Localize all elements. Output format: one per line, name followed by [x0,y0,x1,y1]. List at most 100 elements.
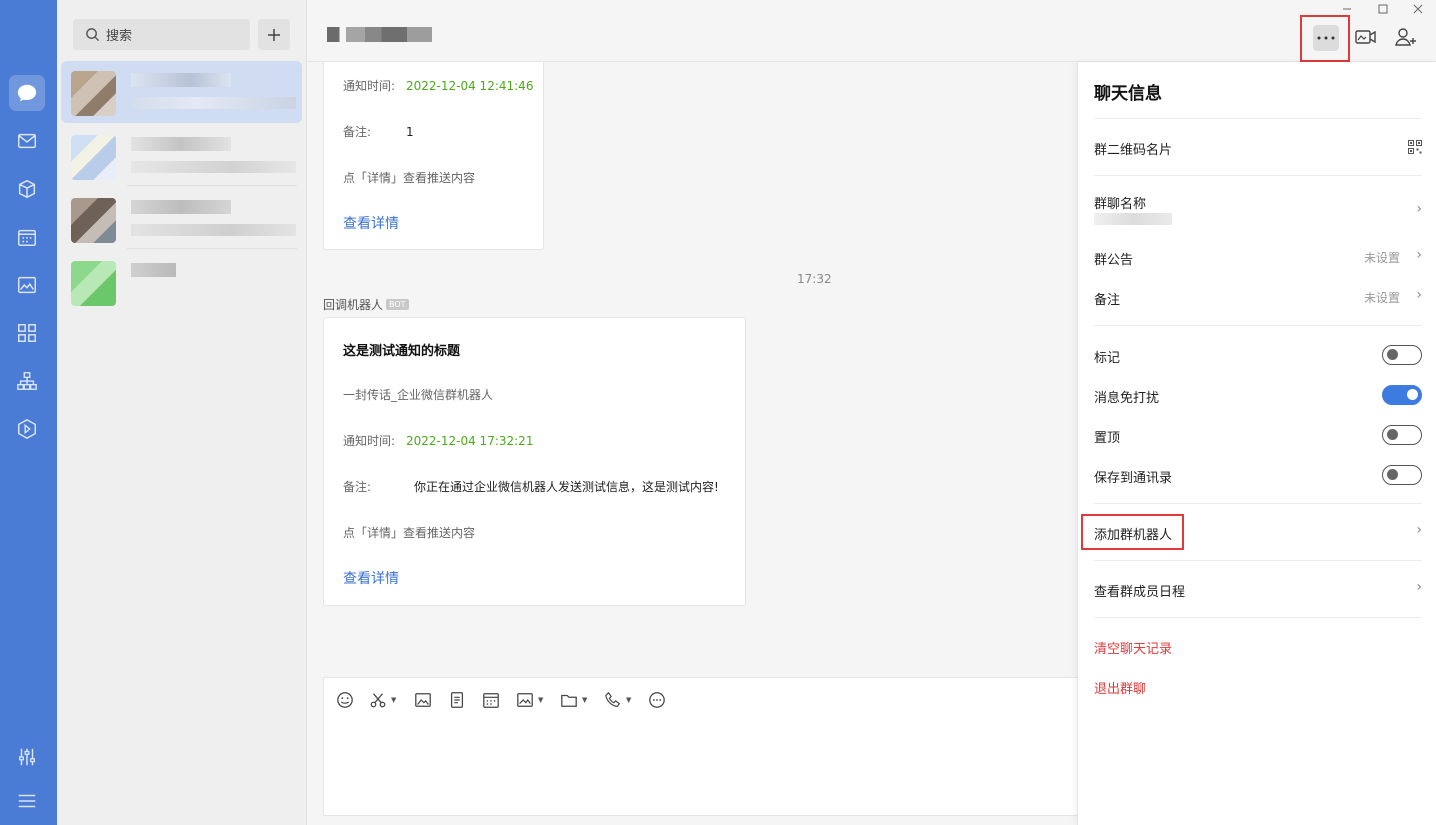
nav-calendar[interactable] [9,219,45,255]
add-button[interactable] [258,19,290,50]
toggle-row-save-contacts: 保存到通讯录 [1094,465,1422,487]
save-contacts-toggle[interactable] [1382,465,1422,485]
chevron-right-icon: › [1416,247,1422,263]
conversation-preview-blurred [131,224,296,236]
member-schedule-label: 查看群成员日程 [1094,585,1186,600]
conversation-item[interactable] [61,251,302,313]
remark-setting-value: 未设置 [1363,291,1400,305]
detail-hint: 点「详情」查看推送内容 [343,526,476,540]
mute-toggle[interactable] [1382,385,1422,405]
chevron-right-icon: › [1416,287,1422,303]
close-button[interactable] [1408,0,1428,18]
remark-label: 备注: [343,480,372,494]
maximize-button[interactable] [1373,0,1393,18]
remark-value: 你正在通过企业微信机器人发送测试信息，这是测试内容! [414,480,719,494]
video-camera-icon [1355,30,1376,44]
announcement-label: 群公告 [1094,253,1134,268]
document-box-icon [18,179,36,199]
plus-icon [268,28,280,41]
app-window: 搜索 通知时间: 2022-12-04 12:41:46 备注: 1 点「详情」… [0,0,1436,825]
nav-mail[interactable] [9,123,45,159]
more-tools-button[interactable] [648,690,666,710]
close-icon [1413,4,1423,14]
toggle-label: 置顶 [1094,431,1121,446]
nav-org[interactable] [9,363,45,399]
document-icon [450,692,464,708]
group-qr-card-row[interactable]: 群二维码名片 [1094,139,1422,159]
gallery-icon [517,693,533,707]
chevron-right-icon: › [1416,522,1422,538]
toggle-knob [1387,349,1398,360]
add-member-button[interactable] [1393,24,1419,50]
member-schedule-row[interactable]: 查看群成员日程 › [1094,579,1422,601]
toggle-row-mark: 标记 [1094,345,1422,367]
announcement-row[interactable]: 群公告 未设置 › [1094,247,1422,269]
nav-settings[interactable] [9,739,45,775]
call-button[interactable]: ▼ [604,690,631,710]
schedule-button[interactable] [482,690,500,710]
toggle-row-pin: 置顶 [1094,425,1422,447]
nav-photos[interactable] [9,267,45,303]
chevron-right-icon: › [1416,201,1422,217]
avatar [71,261,116,306]
nav-apps[interactable] [9,315,45,351]
message-composer[interactable]: ▼ ▼ ▼ ▼ [323,677,1083,816]
avatar [71,135,116,180]
screenshot-button[interactable]: ▼ [369,690,396,710]
nav-menu[interactable] [9,783,45,819]
image-button[interactable] [414,690,432,710]
chat-header [307,0,1436,62]
detail-hint: 点「详情」查看推送内容 [343,171,476,185]
conversation-item[interactable] [61,188,302,250]
document-button[interactable] [448,690,466,710]
nav-messages[interactable] [9,75,45,111]
album-button[interactable]: ▼ [516,690,543,710]
notify-time-value: 2022-12-04 12:41:46 [406,79,534,93]
add-group-bot-row[interactable]: 添加群机器人 › [1094,522,1422,544]
minimize-icon [1343,8,1351,10]
conversation-list: 搜索 [57,0,307,825]
toggle-label: 标记 [1094,351,1121,366]
pin-toggle[interactable] [1382,425,1422,445]
chat-info-panel: 聊天信息 群二维码名片 群聊名称 › 群公告 未设置 › 备注 未设置 › 标记 [1077,62,1436,825]
grid-icon [18,324,36,342]
calendar-icon [483,693,499,708]
remark-label: 备注: [343,125,372,139]
remark-setting-row[interactable]: 备注 未设置 › [1094,287,1422,309]
more-circle-icon [649,692,665,708]
search-input[interactable]: 搜索 [73,19,250,50]
image-icon [18,276,36,294]
toggle-label: 保存到通讯录 [1094,471,1173,486]
ellipsis-icon [1317,36,1335,40]
maximize-icon [1378,4,1388,14]
group-name-label: 群聊名称 [1094,197,1147,212]
hamburger-menu-icon [18,794,36,808]
nav-docs[interactable] [9,171,45,207]
chat-bubble-icon [17,84,37,102]
video-call-button[interactable] [1353,24,1379,50]
group-name-row[interactable]: 群聊名称 › [1094,193,1422,227]
leave-group-button[interactable]: 退出群聊 [1094,678,1422,698]
conversation-item[interactable] [61,125,302,187]
mark-toggle[interactable] [1382,345,1422,365]
more-options-button[interactable] [1313,25,1339,51]
remark-value: 1 [406,125,414,139]
announcement-value: 未设置 [1363,251,1400,265]
file-button[interactable]: ▼ [560,690,587,710]
caret-down-icon: ▼ [582,696,588,704]
notify-time-value: 2022-12-04 17:32:21 [406,434,534,448]
nav-workbench[interactable] [9,411,45,447]
emoji-button[interactable] [336,690,354,710]
view-details-link[interactable]: 查看详情 [343,213,399,233]
search-placeholder: 搜索 [106,29,133,44]
clear-history-button[interactable]: 清空聊天记录 [1094,638,1422,658]
conversation-item[interactable] [61,61,302,123]
picture-icon [415,693,431,707]
folder-icon [561,694,577,707]
caret-down-icon: ▼ [626,696,632,704]
panel-title: 聊天信息 [1094,84,1162,104]
divider [1094,560,1422,561]
conversation-name-blurred [131,73,231,87]
view-details-link[interactable]: 查看详情 [343,568,399,588]
toggle-knob [1387,429,1398,440]
